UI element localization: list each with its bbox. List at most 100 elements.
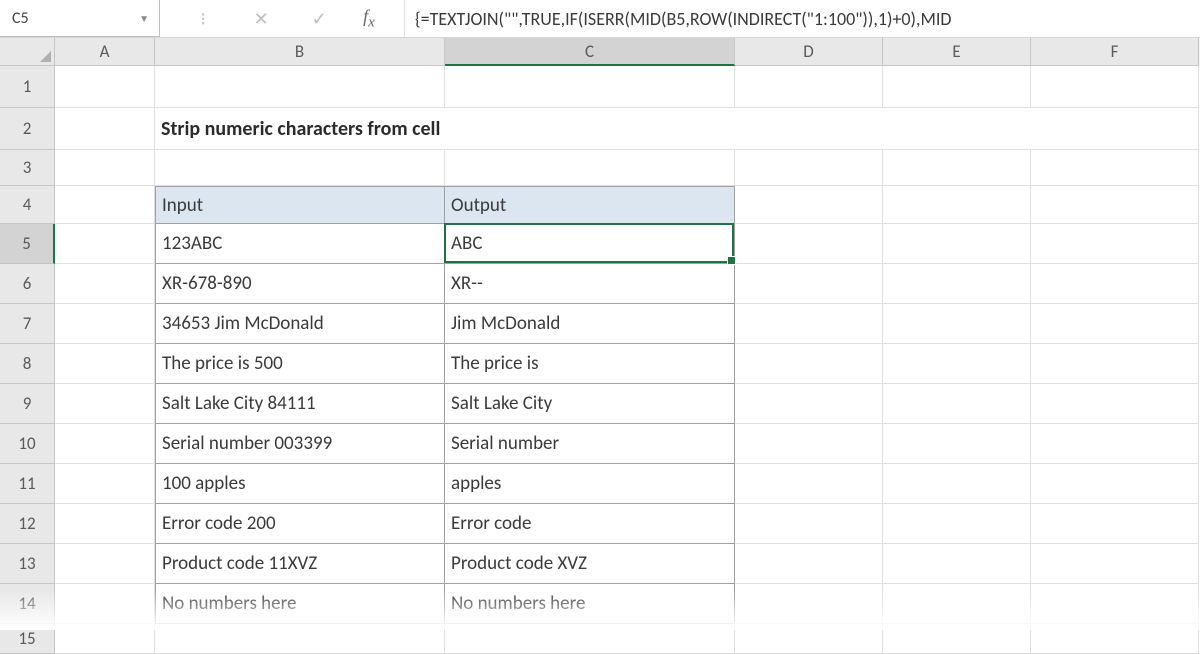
cancel-icon[interactable]: ✕ — [247, 8, 275, 30]
enter-icon[interactable]: ✓ — [305, 8, 333, 30]
cell[interactable] — [55, 150, 155, 186]
table-cell-input[interactable]: 123ABC — [155, 224, 445, 264]
cell[interactable] — [883, 464, 1031, 504]
row-header-11[interactable]: 11 — [0, 464, 55, 504]
cell[interactable] — [883, 344, 1031, 384]
table-cell-output[interactable]: Salt Lake City — [445, 384, 735, 424]
cell[interactable] — [1031, 66, 1199, 108]
cell[interactable] — [1031, 264, 1199, 304]
cell[interactable] — [55, 584, 155, 624]
table-cell-input[interactable]: The price is 500 — [155, 344, 445, 384]
table-cell-output[interactable]: Product code XVZ — [445, 544, 735, 584]
cell[interactable] — [55, 504, 155, 544]
cell[interactable] — [883, 150, 1031, 186]
table-cell-input[interactable]: 34653 Jim McDonald — [155, 304, 445, 344]
cell[interactable] — [735, 384, 883, 424]
cell[interactable] — [1031, 344, 1199, 384]
cell[interactable] — [55, 424, 155, 464]
table-cell-output[interactable]: Serial number — [445, 424, 735, 464]
table-cell-input[interactable]: Product code 11XVZ — [155, 544, 445, 584]
cell[interactable] — [445, 66, 735, 108]
table-cell-output[interactable]: The price is — [445, 344, 735, 384]
cell[interactable] — [1031, 624, 1199, 654]
cell[interactable] — [55, 224, 155, 264]
cell[interactable] — [735, 424, 883, 464]
column-header-A[interactable]: A — [55, 38, 155, 66]
row-header-1[interactable]: 1 — [0, 66, 55, 108]
cell[interactable] — [883, 544, 1031, 584]
table-cell-output[interactable]: Error code — [445, 504, 735, 544]
cell[interactable] — [55, 66, 155, 108]
cell[interactable] — [883, 584, 1031, 624]
cell[interactable] — [55, 344, 155, 384]
cell[interactable] — [735, 584, 883, 624]
cell[interactable] — [55, 624, 155, 654]
cell[interactable] — [1031, 504, 1199, 544]
cell[interactable] — [445, 150, 735, 186]
row-header-2[interactable]: 2 — [0, 108, 55, 150]
row-header-3[interactable]: 3 — [0, 150, 55, 186]
cell[interactable] — [735, 304, 883, 344]
cell[interactable] — [883, 224, 1031, 264]
cell[interactable] — [1031, 186, 1199, 224]
cell[interactable] — [55, 464, 155, 504]
column-header-C[interactable]: C — [445, 38, 735, 66]
table-cell-output[interactable]: Jim McDonald — [445, 304, 735, 344]
cell[interactable] — [155, 66, 445, 108]
chevron-down-icon[interactable]: ▼ — [139, 12, 149, 25]
cell[interactable] — [883, 186, 1031, 224]
cell[interactable] — [735, 464, 883, 504]
cell[interactable] — [1031, 424, 1199, 464]
cell[interactable] — [1031, 384, 1199, 424]
row-header-15[interactable]: 15 — [0, 624, 55, 654]
row-header-4[interactable]: 4 — [0, 186, 55, 224]
formula-input[interactable]: {=TEXTJOIN("",TRUE,IF(ISERR(MID(B5,ROW(I… — [405, 0, 1200, 37]
cell[interactable] — [1031, 224, 1199, 264]
cell[interactable] — [1031, 464, 1199, 504]
table-header-input[interactable]: Input — [155, 186, 445, 224]
cells-area[interactable]: Strip numeric characters from cellInputO… — [55, 66, 1200, 630]
cell[interactable] — [1031, 304, 1199, 344]
cell[interactable] — [735, 344, 883, 384]
row-header-10[interactable]: 10 — [0, 424, 55, 464]
column-header-E[interactable]: E — [883, 38, 1031, 66]
row-header-6[interactable]: 6 — [0, 264, 55, 304]
column-header-B[interactable]: B — [155, 38, 445, 66]
cell[interactable] — [55, 264, 155, 304]
cell[interactable] — [735, 544, 883, 584]
table-header-output[interactable]: Output — [445, 186, 735, 224]
table-cell-output[interactable]: No numbers here — [445, 584, 735, 624]
cell[interactable] — [155, 150, 445, 186]
cell[interactable] — [155, 624, 445, 654]
cell[interactable] — [735, 66, 883, 108]
cell[interactable] — [735, 504, 883, 544]
cell[interactable] — [735, 264, 883, 304]
cell[interactable] — [883, 624, 1031, 654]
row-header-12[interactable]: 12 — [0, 504, 55, 544]
cell[interactable] — [883, 384, 1031, 424]
cell[interactable] — [1031, 544, 1199, 584]
table-cell-input[interactable]: 100 apples — [155, 464, 445, 504]
fx-icon[interactable]: fx — [363, 6, 375, 32]
cell[interactable] — [1031, 150, 1199, 186]
cell[interactable] — [883, 424, 1031, 464]
table-cell-output[interactable]: ABC — [445, 224, 735, 264]
table-cell-input[interactable]: Salt Lake City 84111 — [155, 384, 445, 424]
cell[interactable] — [883, 66, 1031, 108]
cell[interactable] — [55, 544, 155, 584]
table-cell-input[interactable]: Serial number 003399 — [155, 424, 445, 464]
column-header-D[interactable]: D — [735, 38, 883, 66]
cell[interactable] — [883, 264, 1031, 304]
row-header-8[interactable]: 8 — [0, 344, 55, 384]
row-header-9[interactable]: 9 — [0, 384, 55, 424]
cell[interactable] — [55, 108, 155, 150]
select-all-corner[interactable] — [0, 38, 55, 66]
cell[interactable] — [55, 304, 155, 344]
row-header-7[interactable]: 7 — [0, 304, 55, 344]
table-cell-output[interactable]: XR-- — [445, 264, 735, 304]
table-cell-input[interactable]: XR-678-890 — [155, 264, 445, 304]
cell[interactable] — [883, 304, 1031, 344]
cell[interactable] — [1031, 584, 1199, 624]
cell[interactable] — [883, 504, 1031, 544]
cell[interactable] — [735, 150, 883, 186]
